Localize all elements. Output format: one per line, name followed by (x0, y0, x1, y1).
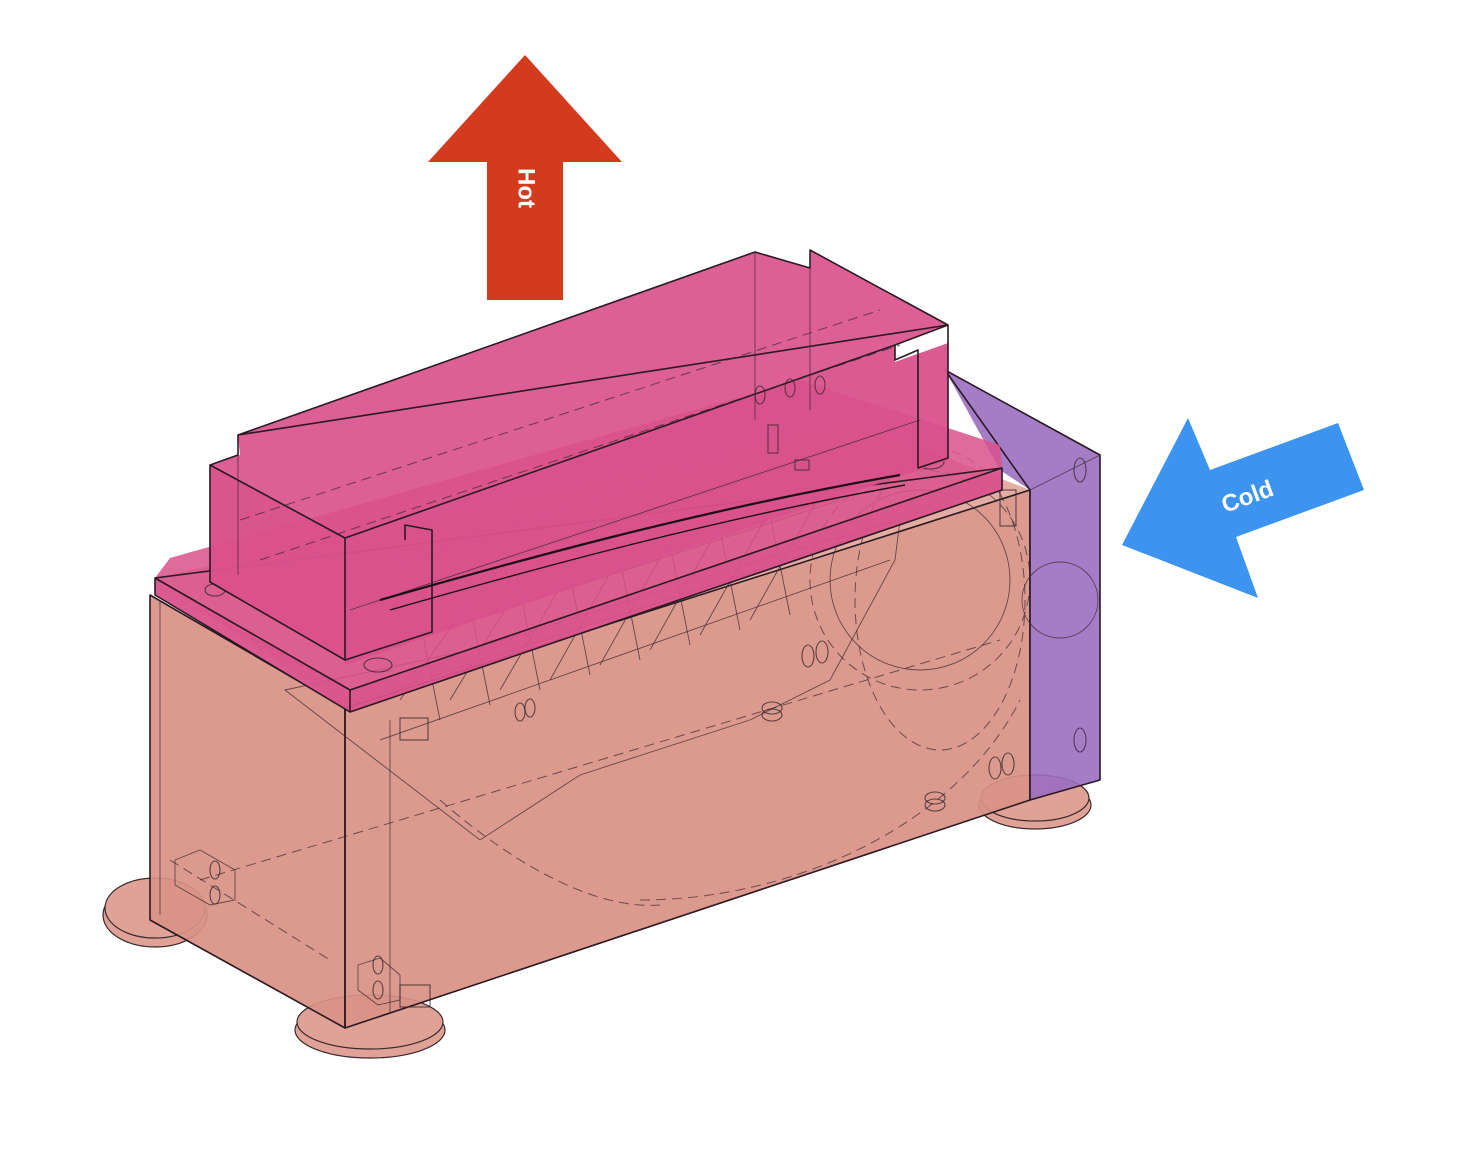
hot-airflow-arrow: Hot (428, 55, 622, 300)
hot-label: Hot (513, 168, 540, 208)
cold-airflow-arrow: Cold (1122, 418, 1364, 598)
diagram-stage: Hot Cold (0, 0, 1472, 1158)
airflow-enclosure-diagram: Hot Cold (102, 55, 1364, 1059)
